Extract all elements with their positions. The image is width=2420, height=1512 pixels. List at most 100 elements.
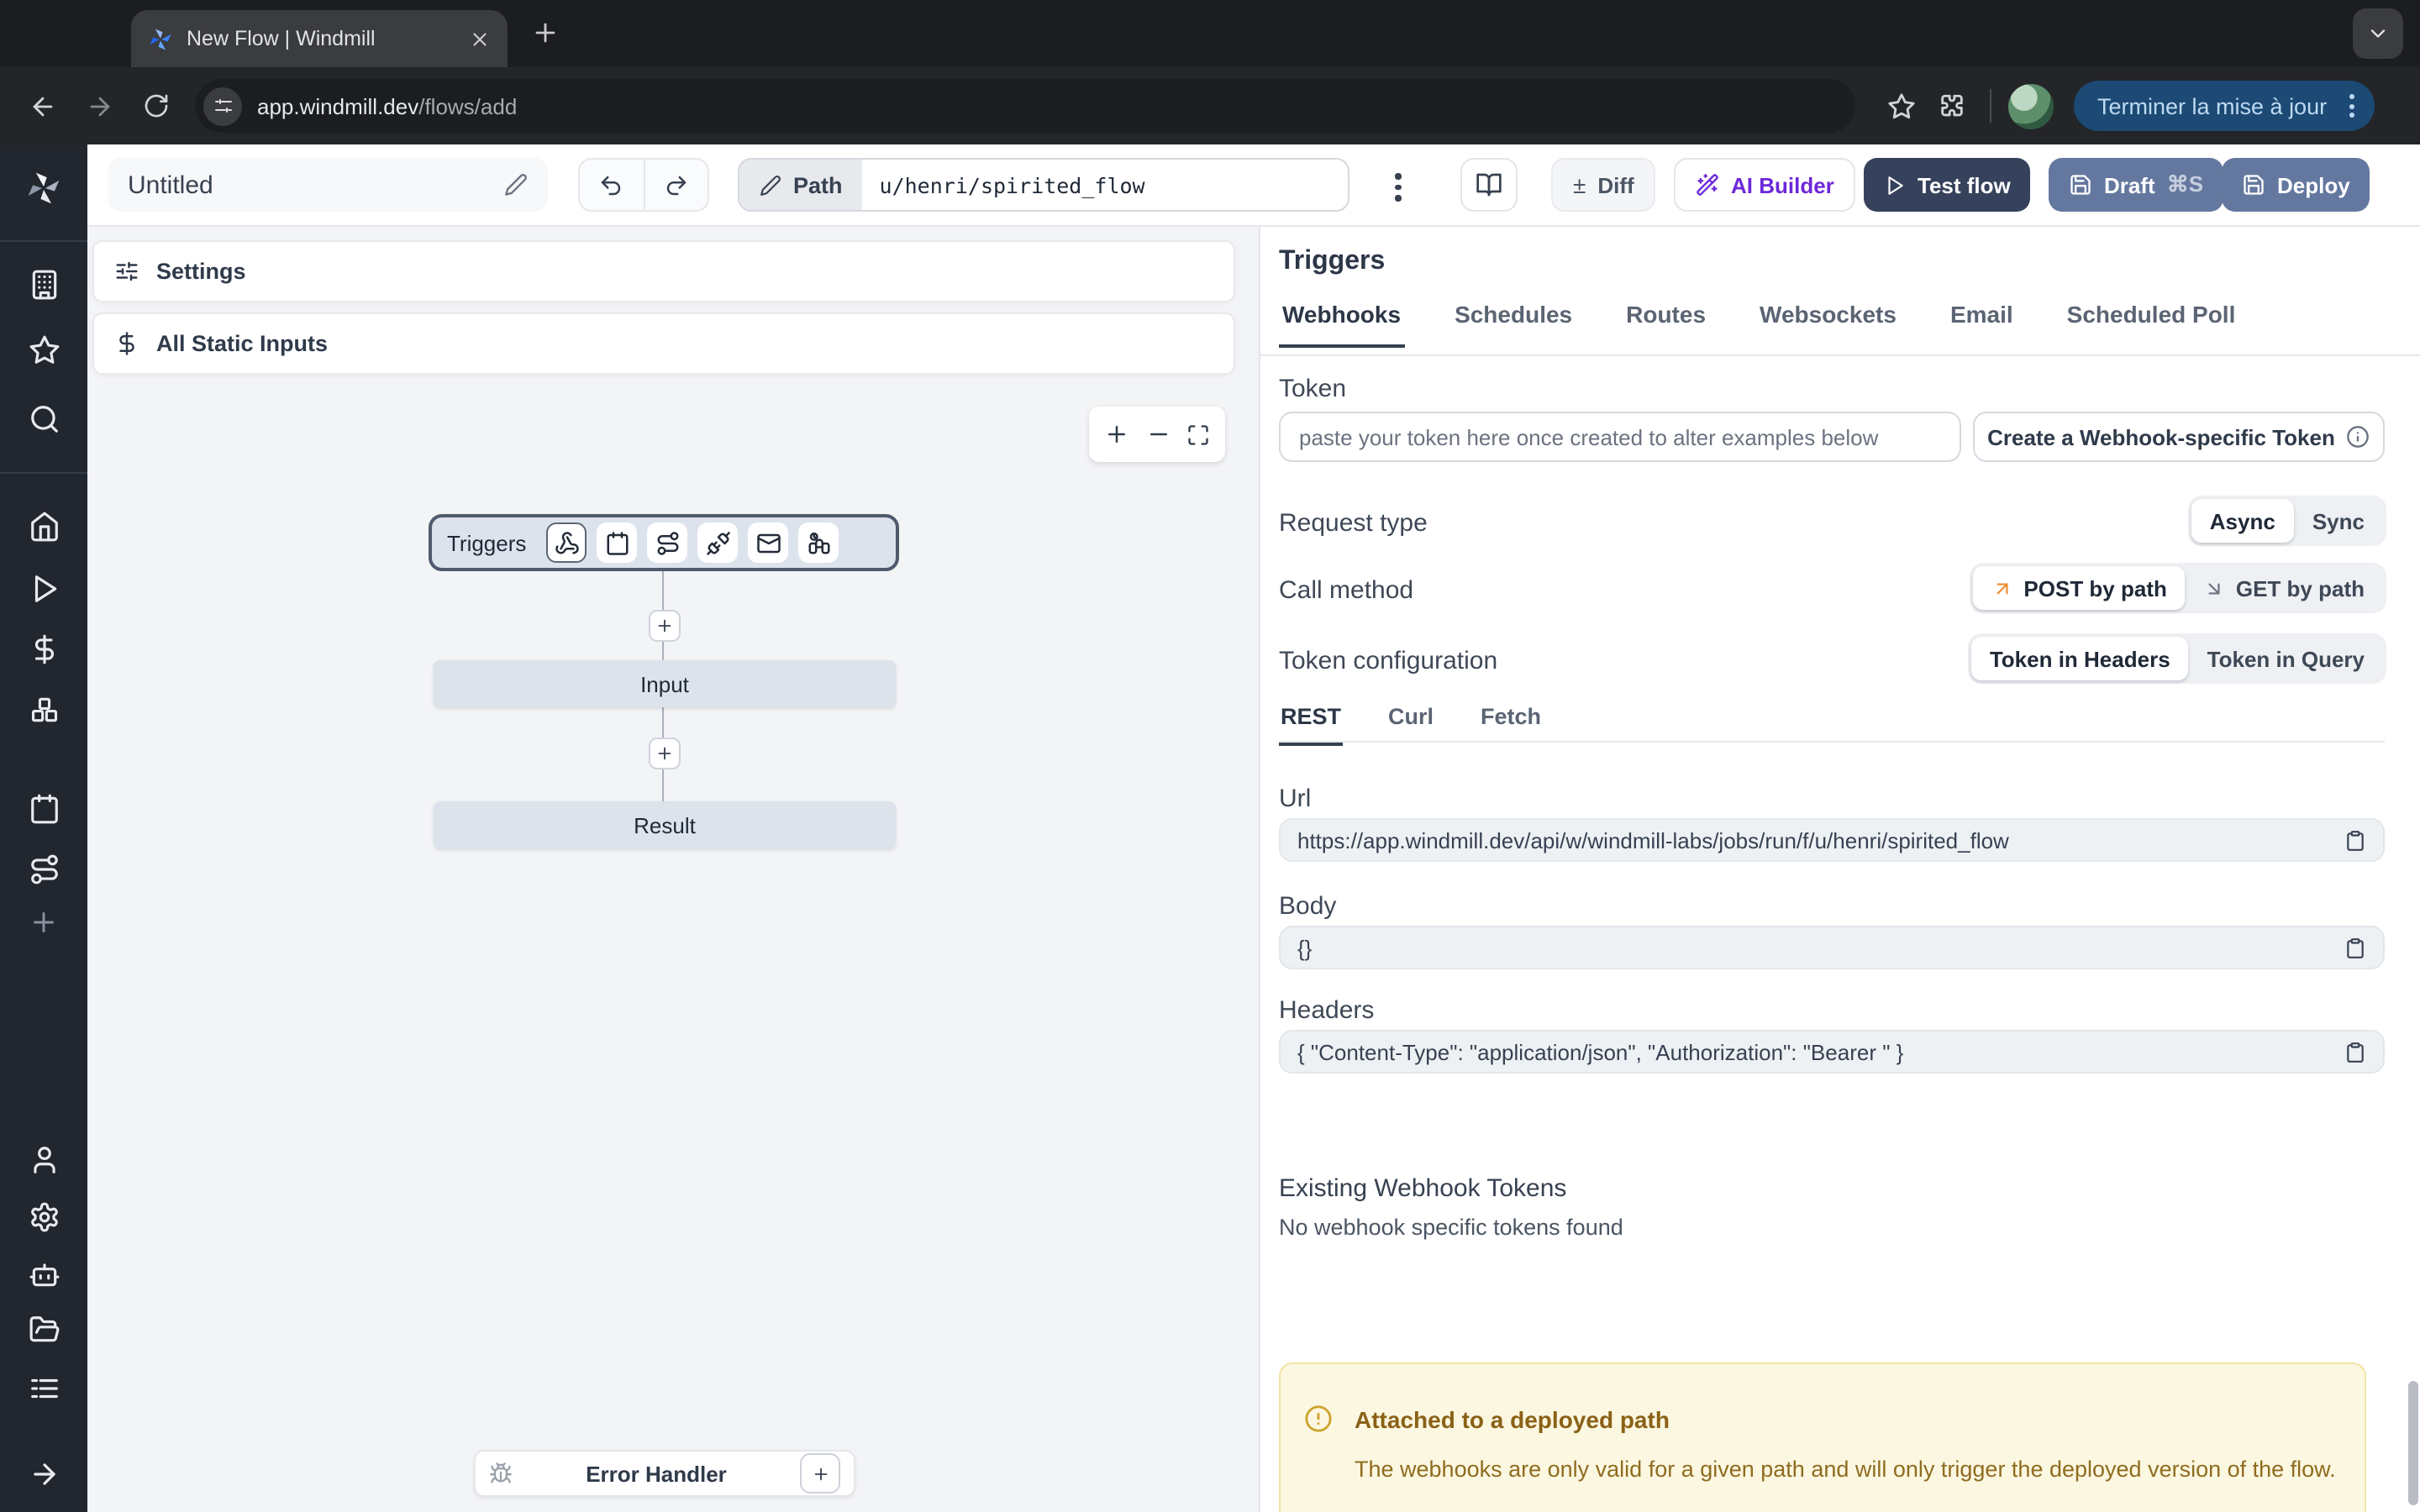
settings-bar[interactable]: Settings	[92, 240, 1235, 302]
chrome-menu-icon[interactable]	[2342, 94, 2360, 118]
create-webhook-token-label: Create a Webhook-specific Token	[1987, 424, 2335, 449]
site-settings-icon[interactable]	[203, 87, 242, 125]
bookmark-star-icon[interactable]	[1887, 92, 1916, 120]
call-method-post[interactable]: POST by path	[1973, 566, 2185, 610]
all-static-inputs-label: All Static Inputs	[156, 331, 328, 356]
zoom-out-icon[interactable]	[1145, 422, 1171, 447]
sidebar-item-schedules[interactable]	[0, 788, 87, 828]
copy-clipboard-icon[interactable]	[2344, 829, 2366, 851]
tab-rest[interactable]: REST	[1279, 704, 1343, 746]
tab-email[interactable]: Email	[1947, 301, 2017, 348]
sidebar-item-add[interactable]	[0, 902, 87, 942]
token-label: Token	[1279, 375, 1346, 403]
triggers-node[interactable]: Triggers	[429, 514, 899, 571]
token-in-headers[interactable]: Token in Headers	[1971, 637, 2189, 680]
sidebar-item-workspace[interactable]	[0, 264, 87, 304]
tab-routes[interactable]: Routes	[1623, 301, 1709, 348]
sidebar-item-search[interactable]	[0, 398, 87, 438]
body-value-box[interactable]: {}	[1279, 926, 2385, 969]
flow-name-field[interactable]: Untitled	[108, 158, 548, 212]
sidebar-item-resources[interactable]	[0, 689, 87, 729]
trigger-scheduled-poll-button[interactable]	[798, 522, 839, 563]
browser-tab[interactable]: New Flow | Windmill	[131, 10, 508, 67]
copy-clipboard-icon[interactable]	[2344, 1041, 2366, 1063]
trigger-schedule-button[interactable]	[597, 522, 637, 563]
back-button[interactable]	[13, 77, 71, 134]
all-static-inputs-bar[interactable]: All Static Inputs	[92, 312, 1235, 375]
path-label-segment: Path	[739, 160, 863, 210]
deploy-button[interactable]: Deploy	[2222, 158, 2370, 212]
sidebar-item-workers[interactable]	[0, 1253, 87, 1294]
chrome-update-button[interactable]: Terminer la mise à jour	[2074, 81, 2374, 131]
redo-button[interactable]	[644, 160, 708, 210]
sidebar-item-users[interactable]	[0, 1139, 87, 1179]
panel-scrollbar[interactable]	[2408, 1381, 2418, 1505]
tab-fetch[interactable]: Fetch	[1479, 704, 1543, 746]
undo-redo-group	[578, 158, 709, 212]
url-bar[interactable]: app.windmill.dev/flows/add	[195, 79, 1855, 133]
list-icon	[28, 1372, 60, 1404]
docs-button[interactable]	[1460, 158, 1518, 212]
url-value-box[interactable]: https://app.windmill.dev/api/w/windmill-…	[1279, 818, 2385, 862]
result-node[interactable]: Result	[434, 801, 896, 848]
trigger-route-button[interactable]	[647, 522, 687, 563]
sidebar-item-folders[interactable]	[0, 1309, 87, 1349]
path-value[interactable]: u/henri/spirited_flow	[863, 160, 1162, 210]
sidebar-item-audit-logs[interactable]	[0, 1368, 87, 1408]
more-options-button[interactable]	[1385, 166, 1411, 207]
extensions-puzzle-icon[interactable]	[1938, 92, 1966, 120]
plus-icon	[811, 1464, 829, 1483]
new-tab-icon[interactable]	[531, 18, 560, 47]
sidebar-item-settings[interactable]	[0, 1196, 87, 1236]
profile-avatar[interactable]	[2008, 83, 2054, 129]
test-flow-button[interactable]: Test flow	[1864, 158, 2031, 212]
windmill-app: Untitled Path u/henri/spirited_flow	[0, 144, 2420, 1512]
home-icon	[28, 510, 60, 542]
tab-webhooks[interactable]: Webhooks	[1279, 301, 1404, 348]
token-input[interactable]	[1279, 412, 1961, 462]
draft-button[interactable]: Draft ⌘S	[2049, 158, 2223, 212]
trigger-webhook-button[interactable]	[546, 522, 587, 563]
sidebar-item-favorites[interactable]	[0, 329, 87, 370]
input-node[interactable]: Input	[434, 660, 896, 707]
flow-editor-toolbar: Untitled Path u/henri/spirited_flow	[87, 144, 2420, 227]
flow-path-field[interactable]: Path u/henri/spirited_flow	[738, 158, 1349, 212]
ai-builder-button[interactable]: AI Builder	[1674, 158, 1856, 212]
windmill-logo[interactable]	[0, 168, 87, 208]
diff-button[interactable]: ± Diff	[1551, 158, 1656, 212]
bug-icon	[489, 1462, 513, 1485]
tab-curl[interactable]: Curl	[1386, 704, 1435, 746]
add-error-handler-button[interactable]	[800, 1453, 840, 1494]
zoom-in-icon[interactable]	[1104, 422, 1129, 447]
flow-canvas[interactable]: Settings All Static Inputs Triggers	[87, 227, 1259, 1512]
flow-name: Untitled	[128, 171, 213, 199]
copy-clipboard-icon[interactable]	[2344, 937, 2366, 958]
headers-value-box[interactable]: { "Content-Type": "application/json", "A…	[1279, 1030, 2385, 1074]
sidebar-item-runs[interactable]	[0, 568, 87, 608]
token-in-query[interactable]: Token in Query	[2189, 637, 2383, 680]
trigger-email-button[interactable]	[748, 522, 788, 563]
sidebar-item-variables[interactable]	[0, 628, 87, 669]
call-method-get[interactable]: GET by path	[2186, 566, 2383, 610]
tab-websockets[interactable]: Websockets	[1756, 301, 1900, 348]
sidebar-item-routes[interactable]	[0, 848, 87, 889]
sidebar-item-home[interactable]	[0, 506, 87, 546]
add-step-button[interactable]	[649, 738, 681, 769]
tab-scheduled-poll[interactable]: Scheduled Poll	[2064, 301, 2239, 348]
tab-schedules[interactable]: Schedules	[1451, 301, 1576, 348]
request-type-label: Request type	[1279, 509, 1428, 538]
forward-button[interactable]	[71, 77, 128, 134]
fit-view-icon[interactable]	[1186, 423, 1210, 446]
create-webhook-token-button[interactable]: Create a Webhook-specific Token	[1973, 412, 2385, 462]
request-type-sync[interactable]: Sync	[2294, 499, 2383, 543]
canvas-zoom-controls	[1089, 407, 1225, 462]
reload-button[interactable]	[128, 77, 185, 134]
undo-button[interactable]	[580, 160, 644, 210]
error-handler-node[interactable]: Error Handler	[474, 1450, 855, 1497]
tab-close-icon[interactable]	[469, 28, 491, 50]
trigger-websocket-button[interactable]	[697, 522, 738, 563]
add-step-button[interactable]	[649, 610, 681, 642]
tab-search-chevron-button[interactable]	[2353, 8, 2403, 59]
sidebar-expand-button[interactable]	[0, 1453, 87, 1494]
request-type-async[interactable]: Async	[2191, 499, 2294, 543]
